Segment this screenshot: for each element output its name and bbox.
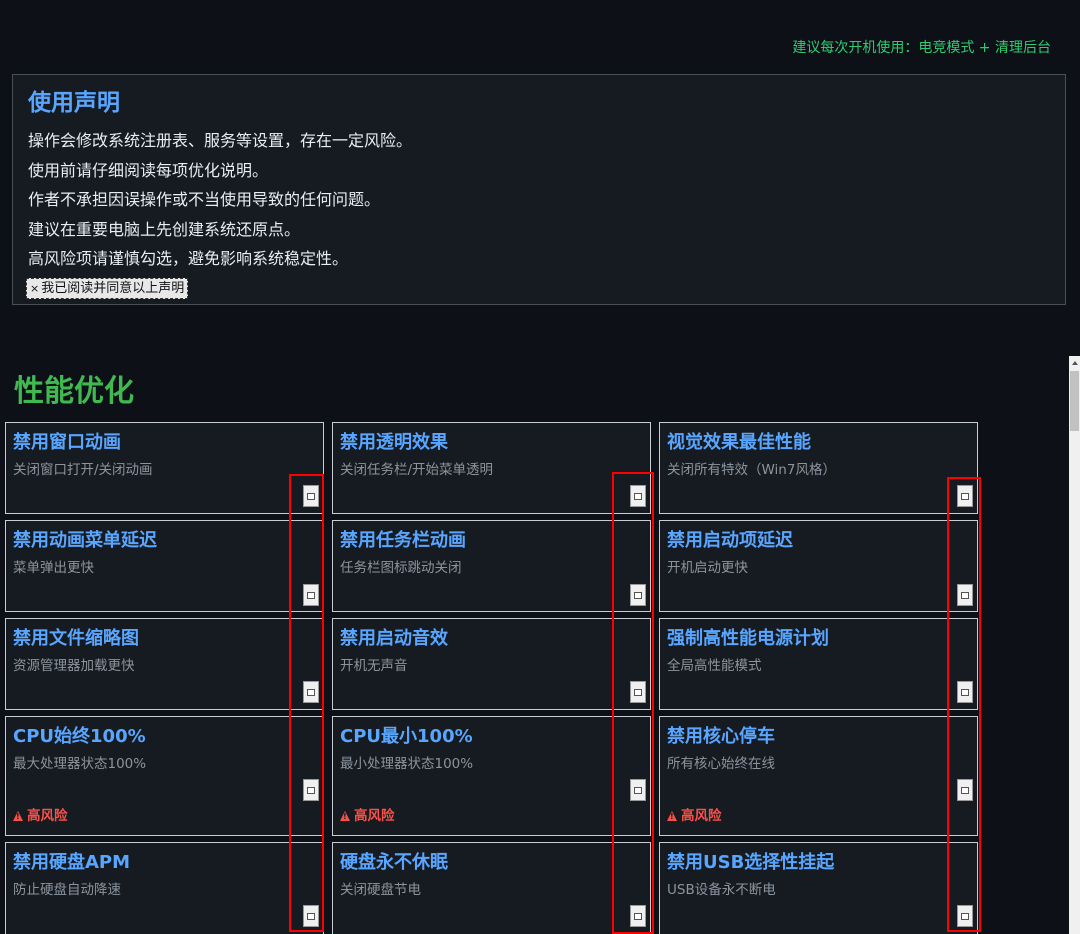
option-title: 禁用文件缩略图 bbox=[13, 628, 139, 649]
option-description: 防止硬盘自动降速 bbox=[13, 882, 121, 898]
risk-label: 高风险 bbox=[681, 808, 722, 824]
option-title: 硬盘永不休眠 bbox=[340, 852, 448, 873]
disclaimer-list: 操作会修改系统注册表、服务等设置，存在一定风险。 使用前请仔细阅读每项优化说明。… bbox=[28, 126, 412, 274]
option-description: 全局高性能模式 bbox=[667, 658, 762, 674]
option-title: 强制高性能电源计划 bbox=[667, 628, 829, 649]
option-card: 强制高性能电源计划全局高性能模式 bbox=[659, 618, 978, 710]
disclaimer-line: 建议在重要电脑上先创建系统还原点。 bbox=[28, 219, 301, 239]
option-title: 禁用任务栏动画 bbox=[340, 530, 466, 551]
option-checkbox[interactable] bbox=[957, 485, 973, 507]
option-description: 所有核心始终在线 bbox=[667, 756, 775, 772]
option-card: 禁用透明效果关闭任务栏/开始菜单透明 bbox=[332, 422, 651, 514]
option-title: CPU最小100% bbox=[340, 726, 473, 747]
option-card: 禁用核心停车所有核心始终在线高风险 bbox=[659, 716, 978, 836]
option-title: 禁用透明效果 bbox=[340, 432, 448, 453]
option-card: 硬盘永不休眠关闭硬盘节电 bbox=[332, 842, 651, 934]
vertical-scrollbar[interactable] bbox=[1069, 356, 1080, 934]
option-card: 禁用启动音效开机无声音 bbox=[332, 618, 651, 710]
option-card: 禁用启动项延迟开机启动更快 bbox=[659, 520, 978, 612]
option-checkbox[interactable] bbox=[957, 779, 973, 801]
disclaimer-line: 操作会修改系统注册表、服务等设置，存在一定风险。 bbox=[28, 131, 413, 150]
option-checkbox[interactable] bbox=[303, 584, 319, 606]
risk-badge: 高风险 bbox=[13, 807, 68, 825]
option-description: 开机无声音 bbox=[340, 658, 408, 674]
option-checkbox[interactable] bbox=[630, 905, 646, 927]
option-description: 开机启动更快 bbox=[667, 560, 748, 576]
option-card: 禁用硬盘APM 防止硬盘自动降速 bbox=[5, 842, 324, 934]
option-description: 关闭任务栏/开始菜单透明 bbox=[340, 462, 494, 478]
agree-checkbox[interactable]: × 我已阅读并同意以上声明 bbox=[26, 278, 189, 299]
disclaimer-line: 高风险项请谨慎勾选，避免影响系统稳定性。 bbox=[28, 249, 349, 268]
disclaimer-title: 使用声明 bbox=[28, 90, 120, 116]
option-checkbox[interactable] bbox=[630, 584, 646, 606]
option-checkbox[interactable] bbox=[303, 905, 319, 927]
scrollbar-thumb[interactable] bbox=[1070, 371, 1079, 431]
option-checkbox[interactable] bbox=[957, 681, 973, 703]
option-checkbox[interactable] bbox=[630, 779, 646, 801]
option-checkbox[interactable] bbox=[957, 584, 973, 606]
option-description: USB设备永不断电 bbox=[667, 882, 776, 898]
option-description: 任务栏图标跳动关闭 bbox=[340, 560, 462, 576]
option-card: 禁用USB选择性挂起 USB设备永不断电 bbox=[659, 842, 978, 934]
option-title: 禁用USB选择性挂起 bbox=[667, 852, 835, 873]
option-card: 禁用文件缩略图资源管理器加载更快 bbox=[5, 618, 324, 710]
option-title: 禁用核心停车 bbox=[667, 726, 775, 747]
option-card: 禁用窗口动画关闭窗口打开/关闭动画 bbox=[5, 422, 324, 514]
option-description: 关闭所有特效（Win7风格） bbox=[667, 462, 836, 478]
option-description: 菜单弹出更快 bbox=[13, 560, 94, 576]
option-description: 最小处理器状态100% bbox=[340, 756, 474, 772]
option-description: 资源管理器加载更快 bbox=[13, 658, 135, 674]
risk-badge: 高风险 bbox=[667, 807, 722, 825]
option-checkbox[interactable] bbox=[630, 681, 646, 703]
option-title: 禁用动画菜单延迟 bbox=[13, 530, 157, 551]
option-title: CPU始终100% bbox=[13, 726, 146, 747]
option-title: 视觉效果最佳性能 bbox=[667, 432, 811, 453]
option-title: 禁用启动音效 bbox=[340, 628, 448, 649]
option-card: CPU始终100% 最大处理器状态100% 高风险 bbox=[5, 716, 324, 836]
agree-label: 我已阅读并同意以上声明 bbox=[41, 281, 185, 296]
scroll-up-arrow-icon[interactable] bbox=[1069, 356, 1080, 369]
usage-tip: 建议每次开机使用：电竞模式 + 清理后台 bbox=[792, 40, 1051, 56]
option-checkbox[interactable] bbox=[957, 905, 973, 927]
option-checkbox[interactable] bbox=[303, 485, 319, 507]
warning-icon bbox=[667, 811, 677, 821]
warning-icon bbox=[340, 811, 350, 821]
disclaimer-line: 使用前请仔细阅读每项优化说明。 bbox=[28, 160, 269, 180]
risk-label: 高风险 bbox=[354, 808, 395, 824]
option-checkbox[interactable] bbox=[303, 779, 319, 801]
option-card: CPU最小100% 最小处理器状态100% 高风险 bbox=[332, 716, 651, 836]
option-title: 禁用启动项延迟 bbox=[667, 530, 793, 551]
warning-icon bbox=[13, 811, 23, 821]
option-description: 关闭硬盘节电 bbox=[340, 882, 421, 898]
section-title: 性能优化 bbox=[14, 374, 134, 409]
option-description: 最大处理器状态100% bbox=[13, 756, 147, 772]
risk-label: 高风险 bbox=[27, 808, 68, 824]
app-page: 建议每次开机使用：电竞模式 + 清理后台 使用声明 操作会修改系统注册表、服务等… bbox=[0, 0, 1080, 934]
disclaimer-panel: 使用声明 操作会修改系统注册表、服务等设置，存在一定风险。 使用前请仔细阅读每项… bbox=[12, 74, 1066, 305]
risk-badge: 高风险 bbox=[340, 807, 395, 825]
disclaimer-line: 作者不承担因误操作或不当使用导致的任何问题。 bbox=[28, 190, 381, 209]
option-card: 禁用任务栏动画任务栏图标跳动关闭 bbox=[332, 520, 651, 612]
option-description: 关闭窗口打开/关闭动画 bbox=[13, 462, 153, 478]
checkbox-mark-icon: × bbox=[30, 282, 40, 295]
option-card: 禁用动画菜单延迟菜单弹出更快 bbox=[5, 520, 324, 612]
option-checkbox[interactable] bbox=[630, 485, 646, 507]
option-title: 禁用窗口动画 bbox=[13, 432, 121, 453]
option-checkbox[interactable] bbox=[303, 681, 319, 703]
option-title: 禁用硬盘APM bbox=[13, 852, 131, 873]
option-card: 视觉效果最佳性能关闭所有特效（Win7风格） bbox=[659, 422, 978, 514]
